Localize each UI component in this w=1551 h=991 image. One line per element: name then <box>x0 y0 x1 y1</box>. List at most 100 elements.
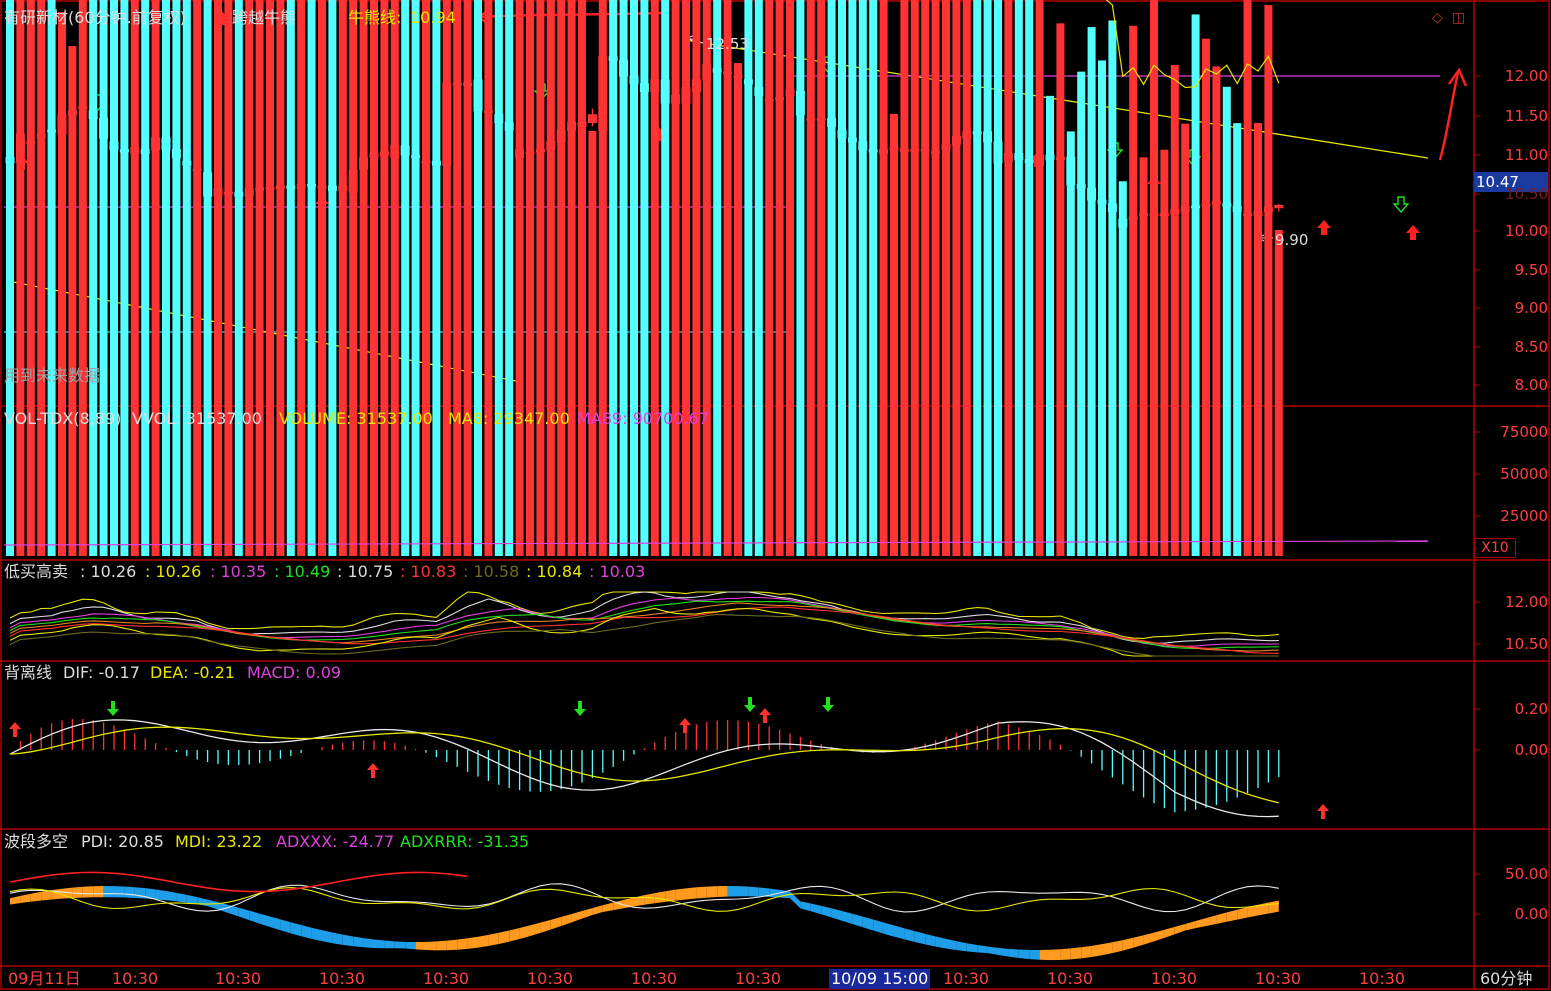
wave-ribbon-segment <box>914 931 926 945</box>
volume-bar <box>286 0 295 556</box>
volume-bar <box>58 12 66 556</box>
lowbuy-value: : 10.75 <box>337 562 394 581</box>
lowbuy-value: : 10.49 <box>274 562 331 581</box>
wave-ribbon-segment <box>748 886 759 897</box>
wave-ribbon-segment <box>384 940 395 949</box>
wave-ribbon-segment <box>571 911 582 923</box>
time-axis-label: 10:30 <box>215 969 262 988</box>
wave-ribbon-segment <box>1206 915 1217 927</box>
wave-ribbon-segment <box>1122 937 1134 951</box>
volume-bar <box>1243 0 1252 557</box>
volume-bar <box>754 0 763 556</box>
time-axis-label: 10:30 <box>735 969 782 988</box>
macd-indicator-name[interactable]: 背离线 <box>4 663 52 683</box>
volume-bar <box>1274 229 1283 556</box>
wave-ribbon-segment <box>852 913 863 928</box>
wave-ribbon-segment <box>415 941 426 951</box>
volume-bar <box>224 0 233 556</box>
adxxx-value: ADXXX: -24.77 <box>276 832 395 851</box>
signal-label: 跨越牛熊 <box>232 8 297 27</box>
volume-bar <box>120 0 129 556</box>
wave-ribbon-segment <box>1070 947 1082 960</box>
adxrrr-value: ADXRRR: -31.35 <box>400 832 530 851</box>
time-axis-label: 10:30 <box>319 969 366 988</box>
volume-bar <box>494 0 503 557</box>
volume-bar <box>879 0 888 556</box>
volume-bar <box>598 0 607 556</box>
price-axis-label: 9.50 <box>1514 261 1548 279</box>
volume-bar <box>1087 27 1096 556</box>
volume-bar <box>1077 71 1086 556</box>
annotation-arrow-icon <box>1438 71 1460 161</box>
volume-bar <box>1129 25 1138 556</box>
volume-bar <box>401 0 410 557</box>
volume-bar <box>1035 0 1044 556</box>
wave-ribbon-segment <box>540 919 551 933</box>
wave-ribbon-segment <box>821 905 832 918</box>
dea-line <box>9 726 1279 804</box>
macd-sell-arrow-icon <box>744 697 756 712</box>
macd-axis-label: 0.20 <box>1514 700 1548 718</box>
buy-arrow-icon <box>1317 220 1331 235</box>
wave-ribbon-segment <box>561 913 572 926</box>
volume-bar <box>869 0 878 556</box>
lowbuy-value: : 10.35 <box>210 562 267 581</box>
volume-bar <box>827 0 836 556</box>
volume-bar <box>110 0 118 556</box>
volume-bar <box>390 0 399 557</box>
time-axis-label: 10:30 <box>1151 969 1198 988</box>
volume-bar <box>682 0 690 556</box>
window-toggle-icon[interactable]: ◫ <box>1452 8 1465 28</box>
volume-bar <box>1108 20 1117 556</box>
wave-ribbon-segment <box>977 945 988 954</box>
macd-buy-arrow-icon <box>9 722 21 737</box>
macd-buy-arrow-icon <box>1317 804 1329 819</box>
volume-bar <box>214 0 222 556</box>
volume-bar <box>78 0 87 557</box>
volume-bar <box>838 0 846 556</box>
wave-ribbon-segment <box>530 922 541 937</box>
lowbuy-indicator-name[interactable]: 低买高卖 <box>4 562 68 582</box>
wave-ribbon-segment <box>41 890 52 901</box>
volume-indicator-name[interactable]: VOL-TDX(8,89) <box>4 409 121 429</box>
wave-ribbon-segment <box>675 888 686 901</box>
wave-ribbon-segment <box>166 891 177 902</box>
volume-bar <box>411 0 420 557</box>
candle-body <box>1274 204 1284 209</box>
wave-ribbon-segment <box>374 939 385 949</box>
wave-ribbon-segment <box>550 916 562 930</box>
volume-bar <box>921 0 930 556</box>
wave-ribbon-segment <box>592 905 603 915</box>
wave-indicator-name[interactable]: 波段多空 <box>4 832 68 852</box>
volume-bar <box>723 0 732 557</box>
time-axis-label: 10:30 <box>112 969 159 988</box>
volume-bar <box>442 0 451 556</box>
wave-ribbon-segment <box>1226 909 1238 922</box>
volume-bar <box>931 0 940 557</box>
wave-ribbon-segment <box>1216 912 1227 924</box>
wave-ribbon-segment <box>394 941 406 949</box>
volume-bar <box>619 0 628 556</box>
volume-bar <box>234 0 243 556</box>
wave-ribbon-segment <box>925 933 936 947</box>
wave-ribbon-segment <box>114 886 125 898</box>
wave-ribbon-segment <box>290 922 302 937</box>
diamond-icon[interactable]: ◇ <box>1432 8 1443 28</box>
sell-arrow-icon <box>1392 196 1410 214</box>
volume-bar <box>942 0 950 556</box>
wave-ribbon-segment <box>103 886 114 898</box>
volume-bar <box>650 0 659 556</box>
bull-bear-value: 10.94 <box>410 8 456 27</box>
time-axis-label: 10:30 <box>631 969 678 988</box>
wave-axis-label: 0.00 <box>1514 905 1548 923</box>
price-axis-label: 11.00 <box>1505 146 1548 164</box>
wave-ribbon-segment <box>883 922 894 937</box>
wave-ribbon-segment <box>602 902 614 913</box>
volume-bar <box>162 0 170 556</box>
price-axis-label: 9.00 <box>1514 299 1548 317</box>
period-selector[interactable]: 60分钟 <box>1480 969 1532 989</box>
wave-ribbon-segment <box>1081 945 1092 959</box>
volume-bar <box>630 0 638 557</box>
volume-bar <box>151 0 160 556</box>
wave-ribbon-segment <box>186 894 198 905</box>
